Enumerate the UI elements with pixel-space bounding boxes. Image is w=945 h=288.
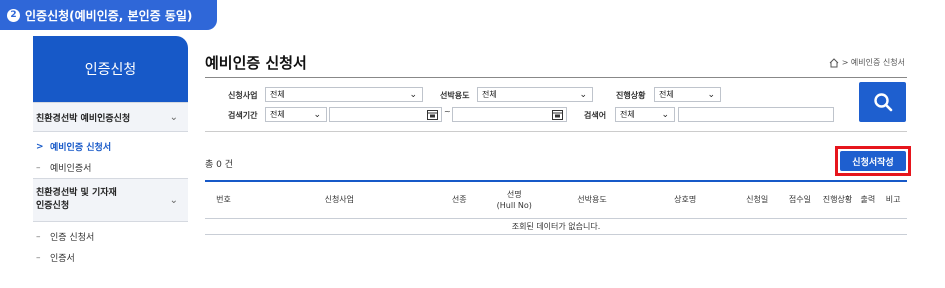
chevron-down-icon: ⌄ [169,194,178,206]
keyword-type-select[interactable]: 전체 ⌄ [615,107,675,122]
status-select[interactable]: 전체 ⌄ [654,87,721,102]
usage-select-value: 전체 [482,90,497,99]
status-select-value: 전체 [659,90,674,99]
search-form: 신청사업 전체 ⌄ 선박용도 전체 ⌄ 진행상황 전체 ⌄ 검색기간 전체 ⌄ … [205,77,907,132]
keyword-input[interactable] [678,107,834,122]
sidebar-group-label: 친환경선박 예비인증신청 [36,113,131,124]
application-table: 번호 신청사업 선종 선명 (Hull No) 선박용도 상호명 신청일 접수일… [205,180,907,235]
home-icon[interactable] [829,57,839,68]
chevron-down-icon: ⌄ [579,89,587,100]
chevron-down-icon: ⌄ [169,111,178,123]
sidebar-item-certificate[interactable]: – 인증서 [33,247,188,268]
business-label: 신청사업 [228,91,258,100]
status-label: 진행상황 [616,91,646,100]
search-icon [873,93,892,112]
sidebar-group-label: 친환경선박 및 기자재 인증신청 [36,187,117,213]
sidebar-item-label: 인증서 [50,254,75,264]
col-ship-name-label: 선명 [506,189,522,199]
period-select[interactable]: 전체 ⌄ [265,107,327,122]
keyword-label: 검색어 [584,111,607,120]
calendar-icon[interactable] [552,109,563,120]
col-apply-date: 신청일 [733,180,782,219]
sidebar-item-pre-certificate[interactable]: – 예비인증서 [33,157,188,178]
usage-label: 선박용도 [440,91,470,100]
dash-icon: – [36,162,41,173]
end-date-input[interactable] [452,107,567,122]
page-title: 예비인증 신청서 [205,54,307,72]
col-ship-type: 선종 [436,180,482,219]
breadcrumb-current: > 예비인증 신청서 [841,58,905,67]
chevron-down-icon: ⌄ [313,109,321,120]
col-business: 신청사업 [242,180,437,219]
sidebar: 인증신청 친환경선박 예비인증신청 ⌄ > 예비인증 신청서 – 예비인증서 친… [33,36,188,268]
col-status: 진행상황 [818,180,857,219]
sidebar-item-pre-cert-application[interactable]: > 예비인증 신청서 [33,136,188,157]
step-banner: 2 인증신청(예비인증, 본인증 동일) [0,0,217,30]
chevron-down-icon: ⌄ [409,89,417,100]
table-header-row: 번호 신청사업 선종 선명 (Hull No) 선박용도 상호명 신청일 접수일… [205,180,907,219]
col-note: 비고 [879,180,907,219]
breadcrumb: > 예비인증 신청서 [829,57,905,68]
write-application-button[interactable]: 신청서작성 [840,151,906,171]
sidebar-group-cert[interactable]: 친환경선박 및 기자재 인증신청 ⌄ [33,178,188,222]
col-company: 상호명 [637,180,733,219]
date-range-separator: ~ [444,107,451,116]
col-receipt-date: 접수일 [781,180,819,219]
usage-select[interactable]: 전체 ⌄ [477,87,593,102]
col-hull-no-label: (Hull No) [496,200,532,210]
sidebar-item-label: 예비인증서 [50,164,92,174]
period-select-value: 전체 [270,110,285,119]
col-ship-name: 선명 (Hull No) [481,180,547,219]
total-count: 총 0 건 [205,160,234,170]
dash-icon: – [36,231,41,242]
business-select[interactable]: 전체 ⌄ [265,87,423,102]
col-print: 출력 [856,180,880,219]
sidebar-item-cert-application[interactable]: – 인증 신청서 [33,226,188,247]
calendar-icon[interactable] [427,109,438,120]
sidebar-group-pre-cert[interactable]: 친환경선박 예비인증신청 ⌄ [33,102,188,132]
empty-message: 조회된 데이터가 없습니다. [205,218,907,235]
col-number: 번호 [205,180,243,219]
col-ship-usage: 선박용도 [546,180,638,219]
sidebar-title: 인증신청 [33,36,188,102]
sidebar-item-label: 인증 신청서 [50,233,95,243]
step-banner-text: 인증신청(예비인증, 본인증 동일) [25,8,193,23]
table-row: 조회된 데이터가 없습니다. [205,218,907,235]
dash-icon: – [36,252,41,263]
step-number-badge: 2 [7,8,20,22]
keyword-type-select-value: 전체 [620,110,635,119]
write-button-highlight: 신청서작성 [835,146,911,176]
period-label: 검색기간 [228,111,258,120]
sidebar-group-label-line1: 친환경선박 및 기자재 [36,188,117,198]
sidebar-group-label-line2: 인증신청 [36,201,70,211]
chevron-down-icon: ⌄ [661,109,669,120]
sidebar-item-label: 예비인증 신청서 [50,143,112,153]
chevron-right-icon: > [36,141,44,152]
business-select-value: 전체 [270,90,285,99]
start-date-input[interactable] [329,107,442,122]
chevron-down-icon: ⌄ [707,89,715,100]
search-button[interactable] [859,82,906,122]
